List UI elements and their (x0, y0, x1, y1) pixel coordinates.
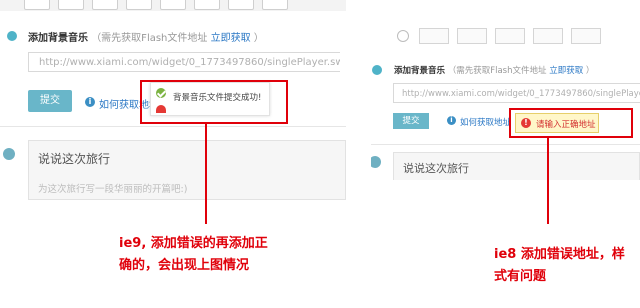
get-now-link[interactable]: 立即获取 (211, 33, 251, 44)
tab[interactable] (160, 0, 186, 10)
submit-button[interactable]: 提交 (393, 113, 429, 129)
tab[interactable] (126, 0, 152, 10)
tab[interactable] (58, 0, 84, 10)
tab[interactable] (194, 0, 220, 10)
divider (371, 144, 640, 145)
ie8-screenshot: 添加背景音乐 （需先获取Flash文件地址 立即获取 ） http://www.… (371, 0, 640, 180)
travel-placeholder: 为这次旅行写一段华丽丽的开篇吧:) (38, 184, 188, 195)
bg-music-hint-close: ） (253, 33, 264, 44)
bg-music-label: 添加背景音乐 （需先获取Flash文件地址 立即获取 ） (28, 29, 264, 44)
highlight-box (140, 80, 288, 124)
tab[interactable] (419, 28, 449, 44)
top-tabs (24, 0, 288, 10)
info-icon: i (447, 116, 456, 125)
tab[interactable] (533, 28, 563, 44)
submit-button[interactable]: 提交 (28, 90, 72, 112)
top-buttons (419, 28, 601, 44)
info-icon: i (85, 97, 95, 107)
bg-music-label: 添加背景音乐 （需先获取Flash文件地址 立即获取 ） (394, 64, 594, 76)
ie9-annotation-line1: ie9, 添加错误的再添加正 (119, 236, 268, 251)
tab[interactable] (457, 28, 487, 44)
tab[interactable] (228, 0, 254, 10)
ie8-annotation-line2: 式有问题 (494, 269, 547, 284)
music-icon (7, 31, 17, 41)
travel-title: 说说这次旅行 (38, 152, 111, 166)
ie9-screenshot: 添加背景音乐 （需先获取Flash文件地址 立即获取 ） http://www.… (0, 0, 346, 200)
connector-line (205, 124, 207, 224)
radio-button[interactable] (397, 30, 409, 42)
timeline-dot (3, 148, 15, 160)
travel-title: 说说这次旅行 (403, 162, 469, 175)
tab[interactable] (262, 0, 288, 10)
bg-music-title: 添加背景音乐 (28, 33, 88, 44)
divider (0, 126, 346, 127)
tab[interactable] (571, 28, 601, 44)
highlight-box (509, 108, 633, 138)
music-url-input[interactable]: http://www.xiami.com/widget/0_1773497860… (393, 83, 640, 103)
bg-music-hint-close: ） (585, 66, 595, 76)
ie9-annotation: ie9, 添加错误的再添加正 确的，会出现上图情况 (119, 233, 268, 277)
how-to-get-address-link[interactable]: 如何获取地址 (460, 116, 511, 128)
tab[interactable] (495, 28, 525, 44)
get-now-link[interactable]: 立即获取 (549, 66, 583, 76)
bg-music-hint: （需先获取Flash文件地址 (447, 66, 547, 76)
music-url-input[interactable]: http://www.xiami.com/widget/0_1773497860… (28, 52, 340, 72)
screenshot-root: 添加背景音乐 （需先获取Flash文件地址 立即获取 ） http://www.… (0, 0, 640, 308)
connector-line (547, 138, 549, 224)
tab[interactable] (24, 0, 50, 10)
ie8-annotation-line1: ie8 添加错误地址，样 (494, 247, 625, 262)
music-icon (372, 65, 382, 75)
bg-music-title: 添加背景音乐 (394, 66, 446, 76)
tab[interactable] (92, 0, 118, 10)
ie8-annotation: ie8 添加错误地址，样 式有问题 (494, 244, 625, 288)
timeline-dot (371, 156, 381, 168)
ie9-annotation-line2: 确的，会出现上图情况 (119, 258, 250, 273)
bg-music-hint: （需先获取Flash文件地址 (91, 33, 208, 44)
